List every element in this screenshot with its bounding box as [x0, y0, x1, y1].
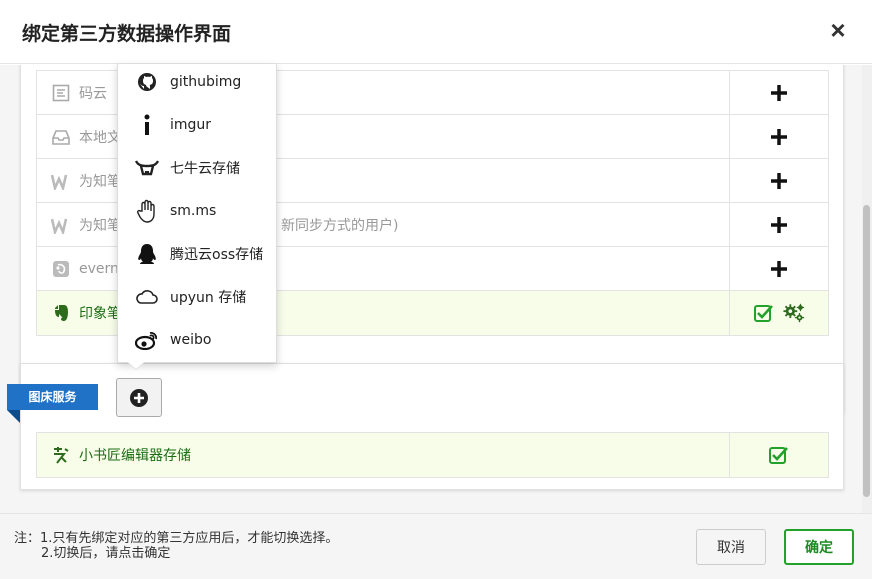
- add-gitee-button[interactable]: [768, 82, 790, 104]
- dropdown-item-label: upyun 存储: [170, 290, 247, 306]
- body-scrollbar[interactable]: [862, 65, 872, 513]
- add-evernote-button[interactable]: [768, 258, 790, 280]
- add-local-button[interactable]: [768, 126, 790, 148]
- dropdown-pointer: [128, 362, 144, 369]
- dropdown-item-qiniu[interactable]: 七牛云存储: [118, 151, 278, 185]
- dropdown-item-label: githubimg: [170, 74, 242, 90]
- storage-label: 印象笔: [79, 306, 121, 322]
- tag-fold-decoration: [7, 410, 20, 423]
- wiz-icon: [51, 171, 71, 191]
- dialog-header: 绑定第三方数据操作界面 ×: [0, 0, 872, 64]
- footer-note-line-2: 2.切换后，请点击确定: [41, 546, 171, 561]
- cloud-icon: [135, 285, 159, 309]
- dropdown-item-upyun[interactable]: upyun 存储: [118, 280, 278, 314]
- close-icon[interactable]: ×: [830, 15, 845, 45]
- storage-label: 本地文: [79, 129, 121, 146]
- bound-check-icon[interactable]: [753, 302, 775, 324]
- storage-label-suffix: 新同步方式的用户): [281, 217, 399, 234]
- qq-penguin-icon: [135, 242, 159, 266]
- image-service-table: 小书匠编辑器存储: [36, 432, 829, 478]
- qiniu-icon: [135, 156, 159, 180]
- bound-check-icon[interactable]: [768, 444, 790, 466]
- table-row-xiaoshujiang: 小书匠编辑器存储: [37, 433, 828, 477]
- storage-label: 码云: [79, 85, 107, 102]
- add-wiz-new-button[interactable]: [768, 214, 790, 236]
- close-button[interactable]: ×: [826, 16, 850, 44]
- add-image-service-button[interactable]: [116, 378, 162, 417]
- plus-icon: [771, 216, 787, 233]
- scrollbar-thumb[interactable]: [863, 205, 870, 497]
- settings-gears-icon[interactable]: [783, 302, 805, 324]
- wiz-icon: [51, 215, 71, 235]
- storage-label: 为知笔: [79, 217, 121, 234]
- hand-icon: [135, 199, 159, 223]
- yinxiang-icon: [51, 303, 71, 323]
- dropdown-item-smms[interactable]: sm.ms: [118, 194, 278, 228]
- evernote-icon: [51, 259, 71, 279]
- github-icon: [135, 70, 159, 94]
- confirm-button[interactable]: 确定: [784, 529, 854, 565]
- dropdown-item-label: sm.ms: [170, 203, 217, 219]
- dropdown-item-label: 腾迅云oss存储: [170, 247, 264, 263]
- add-wiz-button[interactable]: [768, 170, 790, 192]
- dialog-title: 绑定第三方数据操作界面: [22, 23, 232, 45]
- image-service-dropdown: githubimg imgur 七牛云存储 sm.ms 腾迅云oss存储 upy…: [117, 64, 277, 363]
- plus-icon: [771, 128, 787, 145]
- xiaoshujiang-icon: [51, 445, 71, 465]
- storage-label: 为知笔: [79, 173, 121, 190]
- dropdown-item-tencent-oss[interactable]: 腾迅云oss存储: [118, 237, 278, 271]
- plus-icon: [771, 172, 787, 189]
- gitee-icon: [51, 83, 71, 103]
- dropdown-item-label: 七牛云存储: [170, 161, 240, 177]
- image-service-tag: 图床服务: [7, 384, 98, 410]
- dialog-footer: 注：1.只有先绑定对应的第三方应用后，才能切换选择。 2.切换后，请点击确定 取…: [0, 513, 872, 579]
- weibo-icon: [135, 328, 159, 352]
- dropdown-item-githubimg[interactable]: githubimg: [118, 65, 278, 99]
- storage-label: 小书匠编辑器存储: [79, 448, 191, 464]
- dropdown-item-label: weibo: [170, 332, 212, 348]
- plus-circle-icon: [130, 388, 148, 407]
- inbox-icon: [51, 127, 71, 147]
- dropdown-item-imgur[interactable]: imgur: [118, 108, 278, 142]
- info-i-icon: [135, 113, 159, 137]
- cancel-button[interactable]: 取消: [696, 529, 766, 565]
- plus-icon: [771, 84, 787, 101]
- dropdown-item-weibo[interactable]: weibo: [118, 323, 278, 357]
- bind-third-party-dialog: 绑定第三方数据操作界面 × 码云 本地文 为知笔 为知笔 新同步方式的用户) e…: [0, 0, 872, 579]
- plus-icon: [771, 260, 787, 277]
- dropdown-item-label: imgur: [170, 117, 212, 133]
